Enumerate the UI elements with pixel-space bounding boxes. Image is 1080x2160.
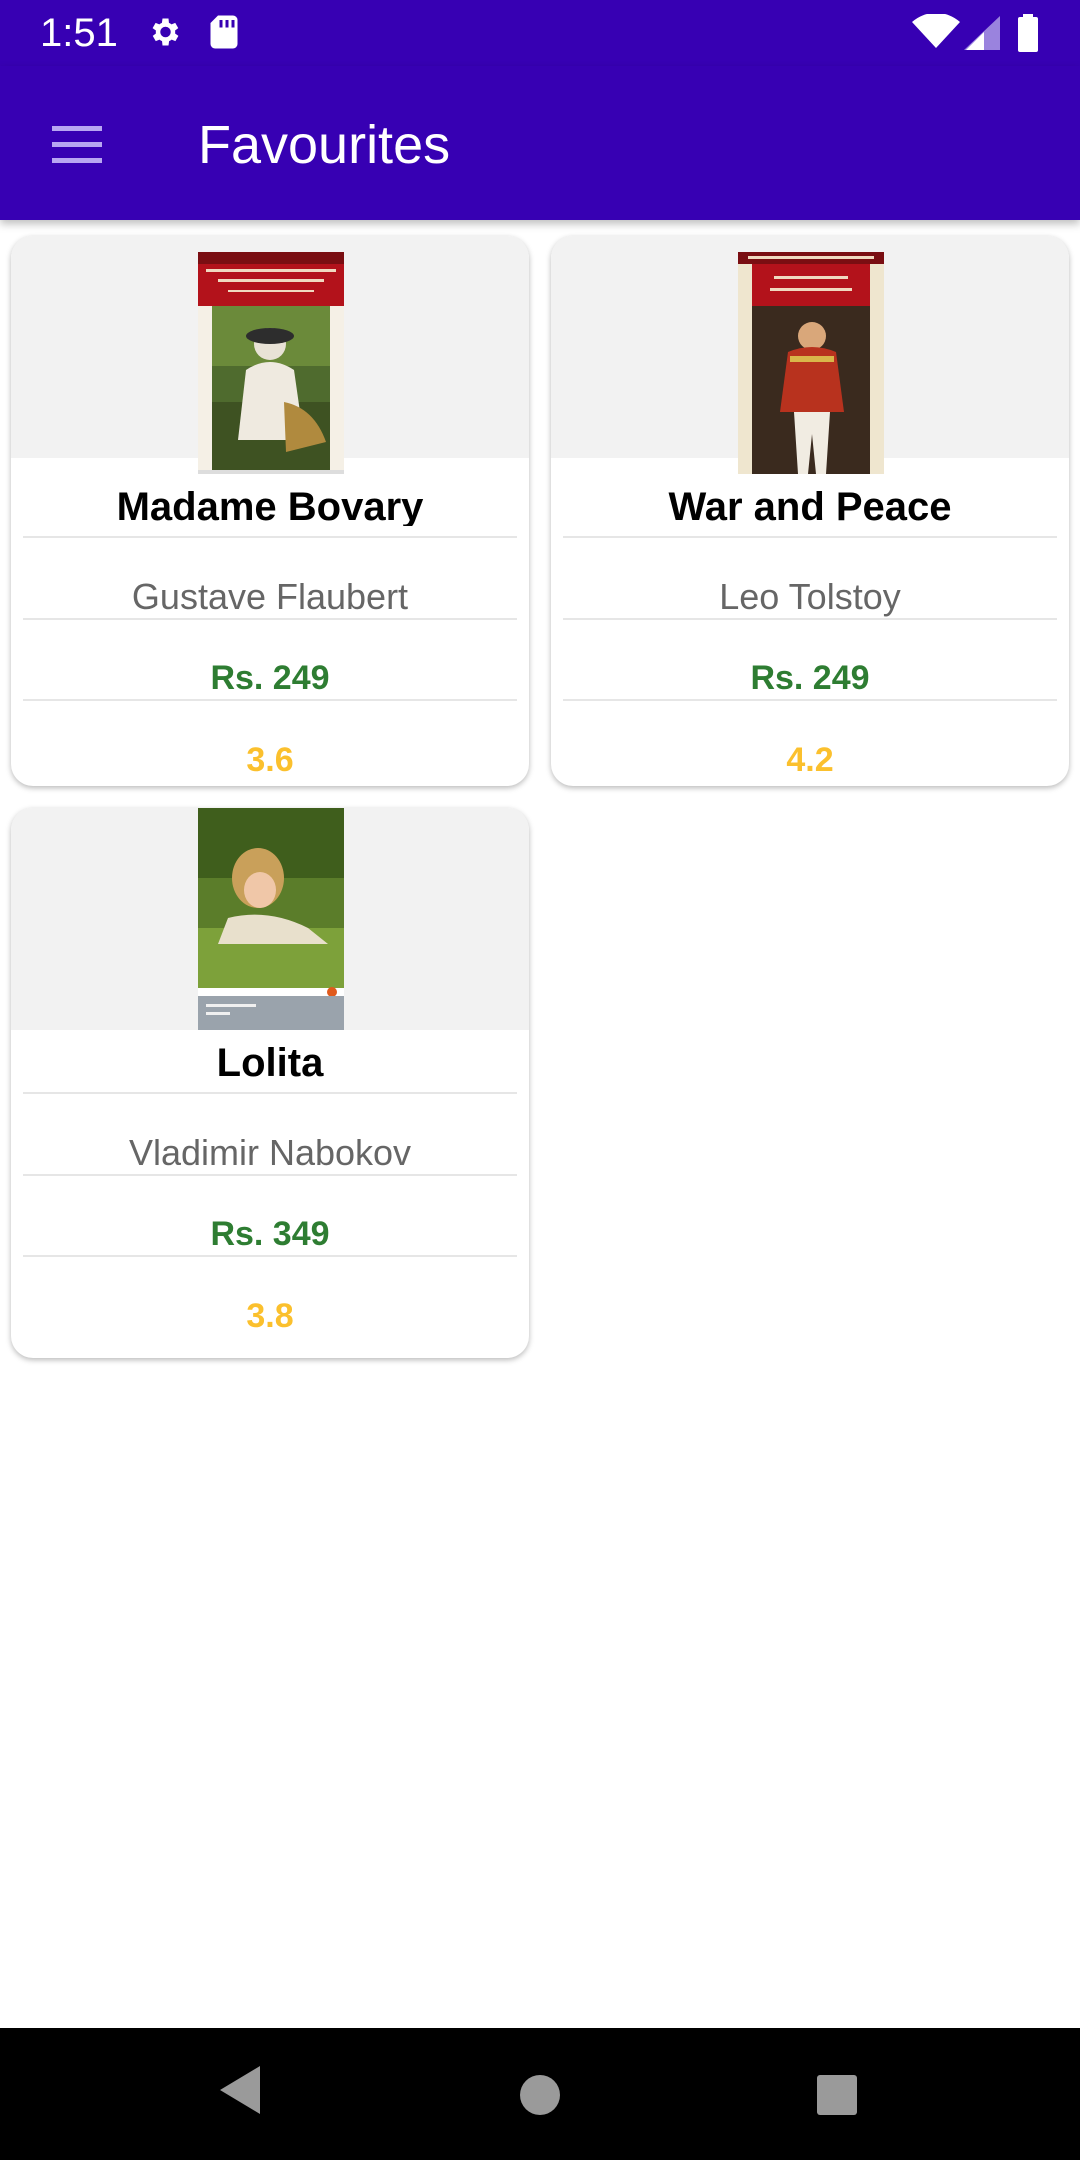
wifi-icon [912, 14, 960, 48]
settings-icon [152, 18, 179, 46]
book-price: Rs. 249 [750, 659, 870, 697]
page-title: Favourites [198, 115, 451, 175]
book-rating: 3.6 [246, 741, 294, 779]
divider [23, 1092, 517, 1094]
battery-icon [1018, 14, 1038, 52]
divider [23, 1255, 517, 1257]
divider [563, 699, 1057, 701]
book-cover-image [198, 252, 344, 474]
book-card[interactable]: Madame Bovary Gustave Flaubert Rs. 249 3… [11, 236, 529, 786]
home-icon[interactable] [519, 2074, 561, 2116]
divider [563, 618, 1057, 620]
sd-card-icon [210, 15, 238, 49]
book-author: Leo Tolstoy [719, 576, 901, 617]
book-card[interactable]: War and Peace Leo Tolstoy Rs. 249 4.2 [551, 236, 1069, 786]
book-price: Rs. 349 [210, 1215, 330, 1253]
book-card[interactable]: Lolita Vladimir Nabokov Rs. 349 3.8 [11, 808, 529, 1358]
book-title: Lolita [216, 1041, 324, 1082]
recents-icon[interactable] [816, 2074, 858, 2116]
divider [23, 618, 517, 620]
book-rating: 3.8 [246, 1297, 294, 1335]
hamburger-menu-icon [52, 126, 102, 163]
book-cover-image [198, 808, 344, 1030]
status-bar: 1:51 [0, 0, 1080, 66]
book-title: War and Peace [668, 485, 952, 526]
divider [23, 699, 517, 701]
book-rating: 4.2 [786, 741, 834, 779]
divider [23, 1174, 517, 1176]
book-cover-image [738, 252, 884, 474]
divider [563, 536, 1057, 538]
signal-icon [964, 16, 1000, 50]
hamburger-menu-button[interactable] [36, 112, 118, 176]
divider [23, 536, 517, 538]
book-title: Madame Bovary [116, 485, 424, 526]
book-author: Gustave Flaubert [131, 576, 409, 617]
navigation-bar [0, 2028, 1080, 2160]
status-time: 1:51 [40, 11, 118, 55]
app-bar: Favourites [0, 66, 1080, 220]
book-price: Rs. 249 [210, 659, 330, 697]
back-icon[interactable] [218, 2064, 262, 2116]
book-author: Vladimir Nabokov [128, 1132, 412, 1173]
